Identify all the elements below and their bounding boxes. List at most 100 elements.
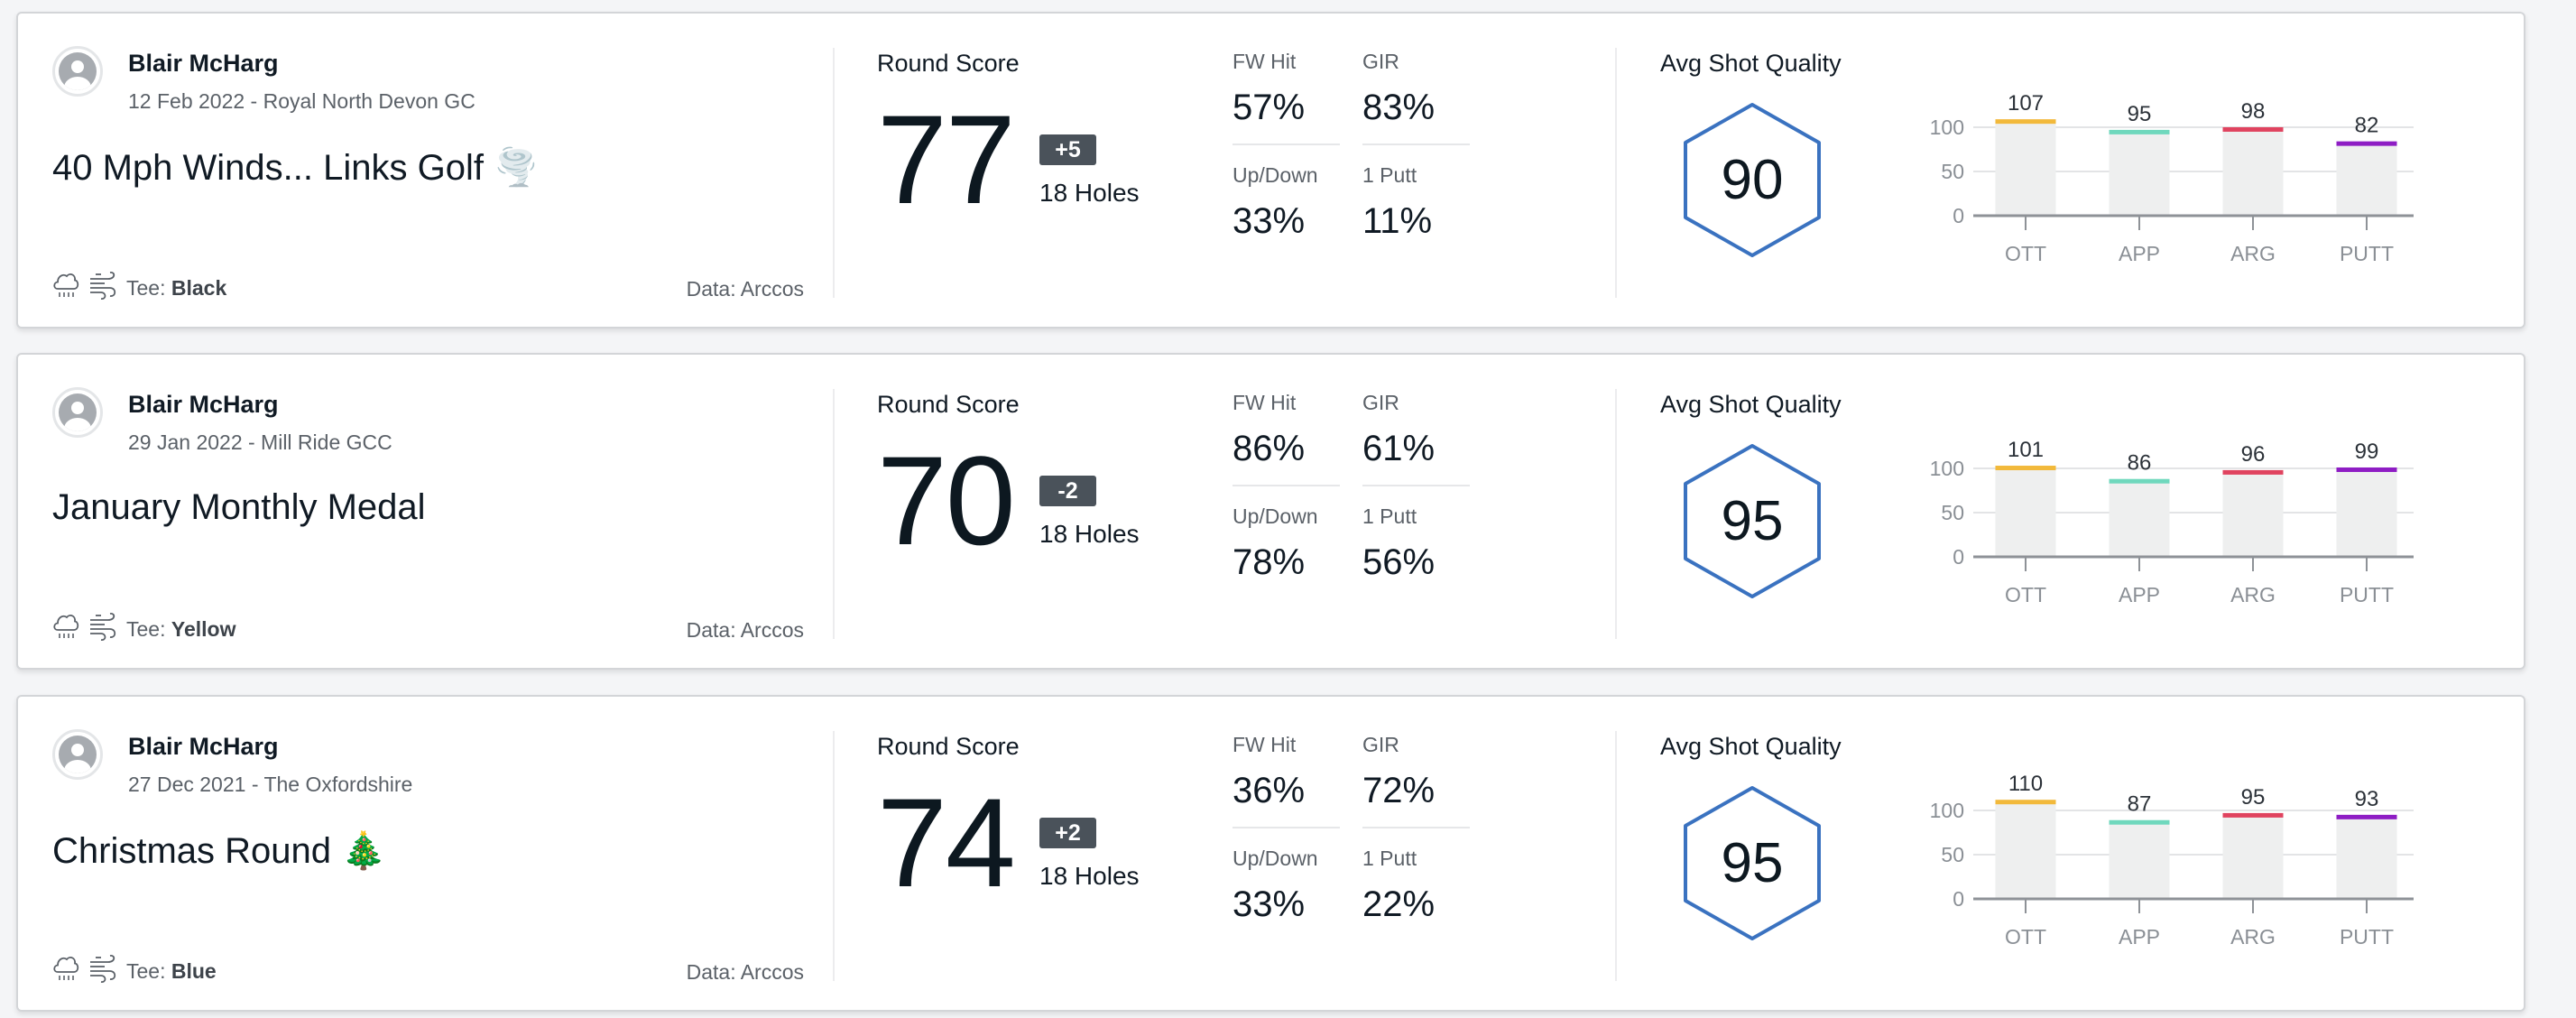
player-name[interactable]: Blair McHarg [128,733,279,761]
data-label: 86 [2128,451,2152,476]
tee-info: Tee: Blue [126,959,217,984]
shot-quality-bar-chart: 0 50 100 107 OTT 95 APP 98 ARG 82 PUTT [1930,91,2414,265]
y-tick-label: 0 [1953,887,1964,911]
avatar[interactable] [52,729,103,780]
y-tick-label: 100 [1930,457,1964,480]
data-label: 96 [2241,442,2266,467]
bar-cap-app [2109,129,2170,134]
y-tick-label: 100 [1930,799,1964,822]
stat-value-gir: 72% [1362,771,1436,810]
round-date-course: 29 Jan 2022 - Mill Ride GCC [128,430,392,454]
shot-quality-bar-chart: 0 50 100 101 OTT 86 APP 96 ARG 99 PUTT [1930,438,2414,606]
tee-value: Black [171,275,227,300]
round-card[interactable]: Blair McHarg 29 Jan 2022 - Mill Ride GCC… [16,353,2525,670]
round-title[interactable]: 40 Mph Winds... Links Golf 🌪️ [52,146,539,189]
data-label: 110 [2008,772,2043,796]
stat-label-gir: GIR [1362,50,1399,73]
tee-label: Tee: [126,616,166,641]
rain-cloud-icon [52,271,79,306]
y-tick-label: 0 [1953,204,1964,227]
data-label: 107 [2008,91,2044,116]
bar-arg [2222,128,2284,216]
stat-separator [1362,485,1470,486]
round-date-course: 27 Dec 2021 - The Oxfordshire [128,773,413,796]
x-tick-label: OTT [2005,583,2046,606]
x-tick-label: APP [2119,242,2160,265]
bar-ott [1995,467,2056,557]
tee-label: Tee: [126,958,166,983]
wind-icon [88,954,117,989]
bar-putt [2336,468,2397,557]
avg-shot-quality-label: Avg Shot Quality [1660,733,1842,760]
round-footer: Tee: Blue [52,953,217,989]
stat-label-one-putt: 1 Putt [1362,163,1417,187]
stat-label-gir: GIR [1362,391,1399,414]
stat-label-up-down: Up/Down [1233,163,1318,187]
x-tick-label: PUTT [2340,925,2394,949]
section-divider [1615,731,1617,981]
round-score-label: Round Score [877,391,1020,418]
x-tick-label: OTT [2005,242,2046,265]
data-source: Data: Arccos [686,960,804,984]
round-title[interactable]: Christmas Round 🎄 [52,829,386,872]
x-tick-label: OTT [2005,925,2046,949]
stat-label-up-down: Up/Down [1233,847,1318,870]
stat-value-one-putt: 11% [1362,201,1433,241]
player-name[interactable]: Blair McHarg [128,50,279,78]
data-label: 82 [2355,114,2379,138]
x-tick-label: ARG [2230,583,2276,606]
to-par-badge: -2 [1039,476,1096,506]
data-source: Data: Arccos [686,618,804,642]
bar-app [2109,480,2170,557]
round-score: 70 [877,430,1016,571]
avatar[interactable] [52,387,103,438]
bar-cap-arg [2222,812,2284,818]
bar-app [2109,131,2170,216]
avatar[interactable] [52,46,103,97]
holes-count: 18 Holes [1039,862,1140,890]
wind-icon [88,612,117,647]
bar-cap-putt [2336,814,2397,819]
bar-arg [2222,471,2284,557]
holes-count: 18 Holes [1039,179,1140,207]
stat-value-up-down: 33% [1233,201,1306,241]
tee-info: Tee: Yellow [126,617,235,642]
section-divider [1615,389,1617,639]
tee-value: Yellow [171,616,236,641]
x-tick-label: APP [2119,583,2160,606]
bar-cap-arg [2222,126,2284,132]
stat-value-up-down: 33% [1233,884,1306,924]
player-name[interactable]: Blair McHarg [128,391,279,419]
round-card[interactable]: Blair McHarg 27 Dec 2021 - The Oxfordshi… [16,695,2525,1012]
avatar-placeholder-icon [59,393,97,431]
round-score: 74 [877,772,1016,913]
data-label: 87 [2128,792,2152,817]
y-tick-label: 50 [1941,843,1964,866]
y-tick-label: 50 [1941,501,1964,524]
x-tick-label: APP [2119,925,2160,949]
stat-separator [1233,827,1340,828]
stat-label-gir: GIR [1362,733,1399,756]
to-par-badge: +5 [1039,134,1096,165]
section-divider [833,389,835,639]
round-card[interactable]: Blair McHarg 12 Feb 2022 - Royal North D… [16,12,2525,329]
data-label: 95 [2241,785,2266,810]
round-title[interactable]: January Monthly Medal [52,487,426,528]
bar-cap-arg [2222,469,2284,475]
shot-quality-hexagon: 95 [1680,442,1824,600]
wind-icon [88,271,117,306]
round-score-label: Round Score [877,50,1020,77]
data-label: 93 [2355,787,2379,811]
section-divider [1615,48,1617,298]
bar-putt [2336,143,2397,216]
stat-label-fw-hit: FW Hit [1233,391,1297,414]
avg-shot-quality-label: Avg Shot Quality [1660,50,1842,77]
stat-value-up-down: 78% [1233,542,1306,582]
to-par-badge: +2 [1039,818,1096,848]
stat-separator [1362,827,1470,828]
avg-shot-quality-label: Avg Shot Quality [1660,391,1842,418]
bar-cap-ott [1995,119,2056,125]
shot-quality-bar-chart: 0 50 100 110 OTT 87 APP 95 ARG 93 PUTT [1930,772,2414,949]
stat-label-fw-hit: FW Hit [1233,733,1297,756]
data-label: 101 [2008,438,2044,462]
